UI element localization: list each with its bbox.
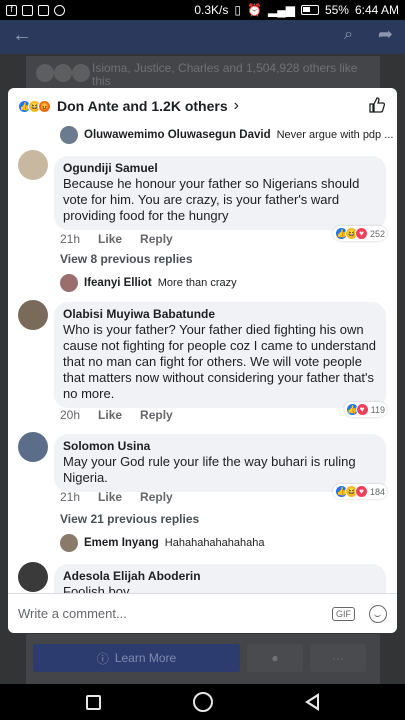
comment-actions: 21h Like Reply	[60, 490, 173, 504]
comment-author[interactable]: Solomon Usina	[63, 438, 377, 454]
avatar	[60, 534, 78, 552]
reply-text: Never argue with pdp ...	[276, 129, 394, 141]
comment-input[interactable]: Write a comment...	[18, 606, 332, 621]
comment-actions: 20h Like Reply	[60, 408, 173, 422]
liker-avatar	[54, 64, 72, 82]
chevron-right-icon[interactable]: ›	[234, 97, 239, 115]
reaction-count[interactable]: 👍 ♥ 119	[343, 402, 387, 417]
reply-author[interactable]: Emem Inyang	[84, 537, 159, 549]
background-top-bar: ← ⌕ ➦	[0, 20, 405, 54]
view-previous-replies-link[interactable]: View 8 previous replies	[60, 252, 193, 266]
love-reaction-icon: ♥	[355, 403, 369, 416]
comments-modal: 👍 😆 😡 Don Ante and 1.2K others › Oluwawe…	[8, 88, 397, 633]
avatar	[60, 126, 78, 144]
messenger-button[interactable]: ●	[247, 644, 303, 672]
network-speed: 0.3K/s	[194, 3, 229, 17]
comment-bubble[interactable]: Adesola Elijah Aboderin Foolish boy...	[54, 564, 386, 593]
emoji-icon[interactable]	[369, 604, 387, 623]
battery-icon	[300, 5, 319, 15]
reactions-header[interactable]: 👍 😆 😡 Don Ante and 1.2K others ›	[8, 88, 397, 124]
status-bar: f 0.3K/s ▯ ⏰ ▂▄▆ 55% 6:44 AM	[0, 0, 405, 20]
gif-icon[interactable]: GIF	[332, 606, 355, 621]
alarm-icon: ⏰	[247, 3, 262, 17]
back-arrow-icon[interactable]: ←	[12, 24, 32, 47]
reply-preview[interactable]: Oluwawemimo Oluwasegun David Never argue…	[60, 126, 393, 144]
liker-avatar	[36, 64, 54, 82]
reply-author[interactable]: Oluwawemimo Oluwasegun David	[84, 129, 271, 141]
back-icon[interactable]	[305, 693, 319, 711]
comment-time: 21h	[60, 232, 81, 246]
comment-bubble[interactable]: Olabisi Muyiwa Babatunde Who is your fat…	[54, 302, 386, 408]
avatar[interactable]	[18, 562, 48, 592]
avatar[interactable]	[18, 300, 48, 330]
comment-time: 20h	[60, 408, 81, 422]
recent-apps-icon[interactable]	[86, 694, 101, 710]
vibrate-icon: ▯	[234, 3, 242, 17]
comment-composer[interactable]: Write a comment... GIF	[8, 593, 397, 633]
reply-preview[interactable]: Ifeanyi Elliot More than crazy	[60, 274, 237, 292]
more-icon: ···	[332, 651, 344, 665]
reply-link[interactable]: Reply	[140, 232, 173, 246]
like-link[interactable]: Like	[98, 408, 122, 422]
reply-author[interactable]: Ifeanyi Elliot	[84, 277, 152, 289]
reaction-count[interactable]: 👍 😆 ♥ 252	[332, 226, 387, 241]
comment-author[interactable]: Olabisi Muyiwa Babatunde	[63, 306, 377, 322]
love-reaction-icon: ♥	[354, 485, 368, 498]
search-icon[interactable]: ⌕	[344, 26, 353, 44]
view-previous-replies-link[interactable]: View 21 previous replies	[60, 512, 199, 526]
like-link[interactable]: Like	[98, 232, 122, 246]
more-options-button[interactable]: ···	[310, 644, 366, 672]
comment-text: Who is your father? Your father died fig…	[63, 322, 376, 401]
comment-list[interactable]: Oluwawemimo Oluwasegun David Never argue…	[8, 124, 397, 593]
learn-more-button[interactable]: ⓘ Learn More	[33, 644, 240, 672]
messenger-icon: ●	[271, 651, 279, 665]
reply-link[interactable]: Reply	[140, 490, 173, 504]
reaction-icons: 👍 😆 😡	[18, 99, 51, 113]
liker-avatar	[72, 64, 90, 82]
background-likers-text: Isioma, Justice, Charles and 1,504,928 o…	[92, 61, 358, 88]
comment-author[interactable]: Ogundiji Samuel	[63, 160, 377, 176]
reactions-summary[interactable]: Don Ante and 1.2K others	[57, 98, 228, 114]
reaction-total: 119	[370, 404, 385, 415]
avatar[interactable]	[18, 432, 48, 462]
comment-text: May your God rule your life the way buha…	[63, 454, 356, 485]
reaction-total: 184	[369, 486, 385, 497]
comment-bubble[interactable]: Solomon Usina May your God rule your lif…	[54, 434, 386, 492]
reaction-count[interactable]: 👍 😆 ♥ 184	[332, 484, 387, 499]
comment-text: Foolish boy...	[63, 584, 140, 593]
facebook-notification-icon: f	[6, 4, 17, 16]
learn-more-label: Learn More	[114, 651, 177, 665]
clock: 6:44 AM	[354, 3, 399, 17]
home-icon[interactable]	[193, 692, 213, 712]
comment-text: Because he honour your father so Nigeria…	[63, 176, 360, 223]
reply-link[interactable]: Reply	[140, 408, 173, 422]
comment-bubble[interactable]: Ogundiji Samuel Because he honour your f…	[54, 156, 386, 230]
battery-percent: 55%	[324, 3, 349, 17]
avatar	[60, 274, 78, 292]
gallery-notification-icon	[22, 4, 33, 16]
chat-notification-icon	[54, 4, 65, 16]
reply-text: More than crazy	[157, 277, 237, 289]
comment-actions: 21h Like Reply	[60, 232, 173, 246]
reaction-total: 252	[369, 228, 385, 239]
signal-icon: ▂▄▆	[267, 3, 295, 17]
share-icon[interactable]: ➦	[378, 24, 393, 45]
reply-preview[interactable]: Emem Inyang Hahahahahahahaha	[60, 534, 265, 552]
like-outline-icon[interactable]	[369, 97, 385, 113]
messenger-notification-icon	[38, 4, 49, 16]
angry-reaction-icon: 😡	[38, 99, 51, 113]
like-link[interactable]: Like	[98, 490, 122, 504]
info-icon: ⓘ	[96, 651, 109, 666]
avatar[interactable]	[18, 150, 48, 180]
comment-time: 21h	[60, 490, 81, 504]
reply-text: Hahahahahahahaha	[164, 537, 265, 549]
comment-author[interactable]: Adesola Elijah Aboderin	[63, 568, 377, 584]
love-reaction-icon: ♥	[354, 227, 368, 240]
system-nav-bar	[0, 684, 405, 720]
